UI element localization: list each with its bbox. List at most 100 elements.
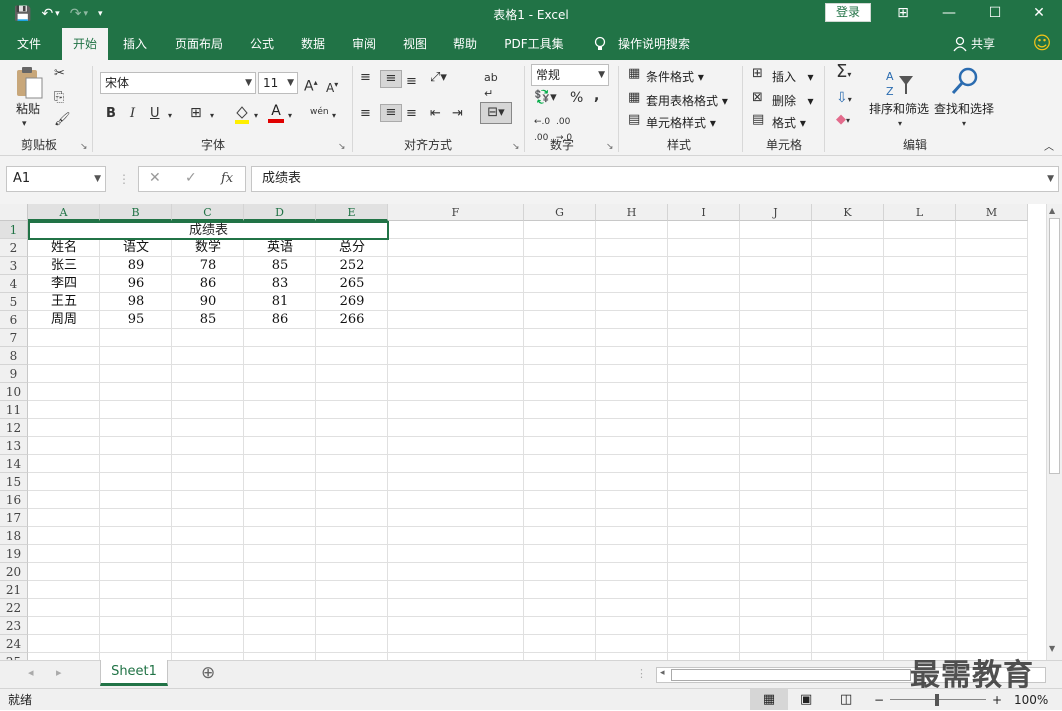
phonetic-icon[interactable]: wén (310, 104, 329, 120)
align-middle-icon[interactable]: ≡ (380, 70, 402, 88)
tab-insert[interactable]: 插入 (114, 28, 156, 60)
header-cell[interactable]: 总分 (316, 239, 388, 257)
row-header-9[interactable]: 9 (0, 365, 28, 383)
data-cell[interactable]: 86 (244, 311, 316, 329)
row-header-21[interactable]: 21 (0, 581, 28, 599)
find-dropdown-icon[interactable]: ▾ (962, 116, 966, 132)
horizontal-scroll-thumb[interactable] (671, 669, 911, 681)
fill-color-icon[interactable] (234, 104, 250, 124)
expand-formula-icon[interactable]: ▼ (1047, 167, 1054, 191)
data-cell[interactable]: 265 (316, 275, 388, 293)
page-layout-view-icon[interactable]: ▣ (800, 689, 812, 711)
column-header-h[interactable]: H (596, 204, 668, 221)
tab-review[interactable]: 审阅 (343, 28, 385, 60)
formula-input[interactable]: 成绩表 ▼ (251, 166, 1059, 192)
cancel-icon[interactable]: ✕ (149, 170, 161, 186)
data-cell[interactable]: 269 (316, 293, 388, 311)
scroll-left-icon[interactable]: ◂ (660, 668, 665, 678)
tab-file[interactable]: 文件 (8, 28, 50, 60)
data-cell[interactable]: 85 (244, 257, 316, 275)
italic-button[interactable]: I (130, 106, 135, 122)
page-break-view-icon[interactable]: ◫ (840, 689, 852, 711)
align-bottom-icon[interactable]: ≡ (406, 74, 417, 90)
close-icon[interactable]: ✕ (1016, 0, 1062, 28)
merged-title-cell[interactable]: 成绩表 (28, 221, 389, 240)
row-header-17[interactable]: 17 (0, 509, 28, 527)
data-cell[interactable]: 266 (316, 311, 388, 329)
underline-button[interactable]: U (150, 106, 160, 122)
data-cell[interactable]: 96 (100, 275, 172, 293)
data-cell[interactable]: 85 (172, 311, 244, 329)
wrap-text-icon[interactable]: ab ↵ (484, 70, 498, 102)
row-header-2[interactable]: 2 (0, 239, 28, 257)
header-cell[interactable]: 数学 (172, 239, 244, 257)
row-header-12[interactable]: 12 (0, 419, 28, 437)
vertical-scroll-thumb[interactable] (1049, 218, 1060, 474)
fill-dropdown-icon[interactable]: ▾ (254, 108, 258, 124)
column-header-m[interactable]: M (956, 204, 1028, 221)
find-select-button[interactable]: 查找和选择 (934, 100, 994, 117)
ribbon-display-icon[interactable]: ⊞ (880, 0, 926, 28)
decrease-indent-icon[interactable]: ⇤ (430, 106, 441, 122)
row-header-19[interactable]: 19 (0, 545, 28, 563)
worksheet-grid[interactable]: ABCDEFGHIJKLM 1 2 3 4 5 6 7 8 9 10 11 12 13 14 15 16 17 1… (0, 204, 1046, 660)
tab-view[interactable]: 视图 (394, 28, 436, 60)
increase-font-icon[interactable]: A▴ (304, 75, 318, 95)
sort-dropdown-icon[interactable]: ▾ (898, 116, 902, 132)
fill-down-icon[interactable]: ⇩▾ (836, 90, 852, 108)
align-right-icon[interactable]: ≡ (406, 106, 417, 122)
orientation-icon[interactable]: ⤢▾ (430, 70, 447, 86)
data-cell[interactable]: 张三 (28, 257, 100, 275)
data-cell[interactable]: 86 (172, 275, 244, 293)
data-cell[interactable]: 李四 (28, 275, 100, 293)
comma-button[interactable]: , (594, 88, 599, 104)
row-header-14[interactable]: 14 (0, 455, 28, 473)
align-center-icon[interactable]: ≡ (380, 104, 402, 122)
tab-home[interactable]: 开始 (62, 28, 108, 60)
row-header-15[interactable]: 15 (0, 473, 28, 491)
paste-dropdown-icon[interactable]: ▾ (22, 116, 27, 132)
minimize-icon[interactable]: — (926, 0, 972, 28)
column-header-b[interactable]: B (100, 204, 172, 221)
insert-cells-button[interactable]: 插入 ▾ (772, 68, 813, 85)
data-cell[interactable]: 78 (172, 257, 244, 275)
column-header-l[interactable]: L (884, 204, 956, 221)
add-sheet-icon[interactable]: ⊕ (201, 663, 215, 683)
row-header-10[interactable]: 10 (0, 383, 28, 401)
alignment-launcher-icon[interactable]: ↘ (512, 142, 520, 152)
tab-help[interactable]: 帮助 (444, 28, 486, 60)
align-top-icon[interactable]: ≡ (360, 70, 371, 86)
cell-styles-button[interactable]: 单元格样式 ▾ (646, 114, 716, 131)
clear-icon[interactable]: ◆▾ (836, 112, 850, 129)
font-color-dropdown-icon[interactable]: ▾ (288, 108, 292, 124)
underline-dropdown-icon[interactable]: ▾ (168, 108, 172, 124)
select-all-button[interactable] (0, 204, 28, 221)
font-size-combo[interactable]: 11 ▼ (258, 72, 298, 94)
copy-icon[interactable]: ⎘ (54, 90, 64, 106)
name-box[interactable]: A1 ▼ (6, 166, 106, 192)
column-header-a[interactable]: A (28, 204, 100, 221)
data-cell[interactable]: 252 (316, 257, 388, 275)
tab-data[interactable]: 数据 (292, 28, 334, 60)
scroll-up-icon[interactable]: ▲ (1049, 206, 1055, 215)
row-header-6[interactable]: 6 (0, 311, 28, 329)
vertical-scrollbar[interactable]: ▲ ▼ (1046, 204, 1062, 660)
phonetic-dropdown-icon[interactable]: ▾ (332, 108, 336, 124)
column-header-f[interactable]: F (388, 204, 524, 221)
tell-me-search[interactable]: 操作说明搜索 (612, 28, 696, 60)
cut-icon[interactable]: ✂ (54, 66, 65, 82)
column-header-k[interactable]: K (812, 204, 884, 221)
delete-cells-button[interactable]: 删除 ▾ (772, 92, 813, 109)
find-icon[interactable] (950, 66, 980, 98)
header-cell[interactable]: 英语 (244, 239, 316, 257)
header-cell[interactable]: 姓名 (28, 239, 100, 257)
conditional-format-button[interactable]: 条件格式 ▾ (646, 68, 704, 85)
feedback-smiley-icon[interactable]: ☺ (1030, 28, 1054, 60)
data-cell[interactable]: 95 (100, 311, 172, 329)
column-header-e[interactable]: E (316, 204, 388, 221)
data-cell[interactable]: 89 (100, 257, 172, 275)
row-header-3[interactable]: 3 (0, 257, 28, 275)
row-header-1[interactable]: 1 (0, 221, 28, 239)
zoom-slider-thumb[interactable] (935, 694, 939, 706)
row-header-16[interactable]: 16 (0, 491, 28, 509)
